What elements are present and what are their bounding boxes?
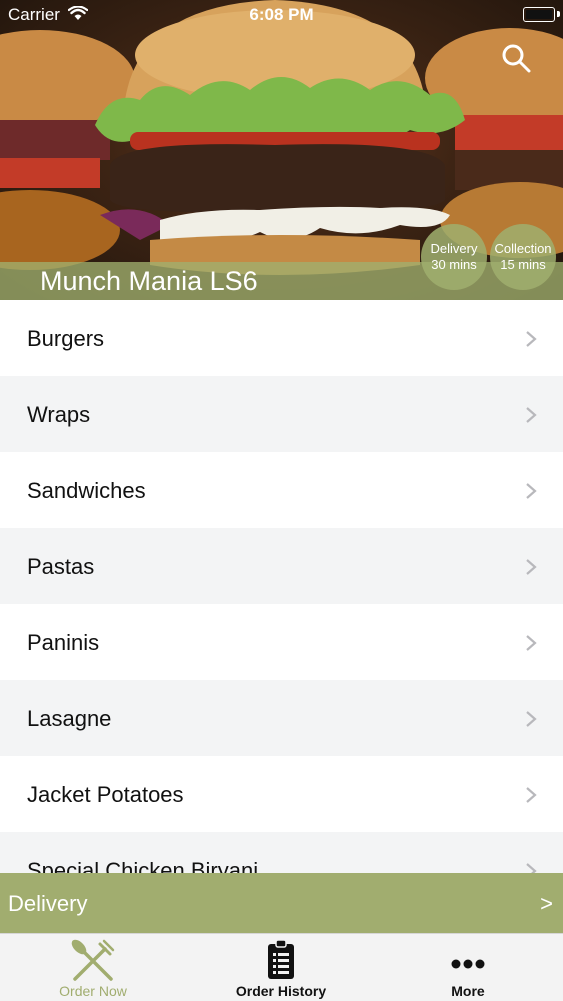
menu-item-pastas[interactable]: Pastas xyxy=(0,528,563,604)
delivery-mode-label: Delivery xyxy=(8,891,88,916)
delivery-badge-label: Delivery xyxy=(430,241,478,256)
delivery-badge-time: 30 mins xyxy=(431,257,477,272)
chevron-right-icon xyxy=(526,863,537,873)
tab-label: Order History xyxy=(235,983,327,999)
collection-badge-label: Collection xyxy=(494,241,552,256)
tab-bar: Order Now Order History More xyxy=(0,933,563,1001)
menu-item-label: Lasagne xyxy=(27,706,112,731)
chevron-right-icon xyxy=(526,787,537,803)
fork-knife-icon xyxy=(71,939,115,981)
clipboard-list-icon xyxy=(268,939,294,979)
menu-item-special-chicken-biryani[interactable]: Special Chicken Biryani xyxy=(0,832,563,873)
menu-item-burgers[interactable]: Burgers xyxy=(0,300,563,376)
tab-order-history[interactable]: Order History xyxy=(211,934,351,1001)
collection-badge-time: 15 mins xyxy=(500,257,546,272)
menu-item-label: Paninis xyxy=(27,630,100,655)
menu-item-sandwiches[interactable]: Sandwiches xyxy=(0,452,563,528)
battery-icon xyxy=(523,7,555,22)
chevron-right-icon xyxy=(526,331,537,347)
tab-more[interactable]: More xyxy=(398,934,538,1001)
menu-item-label: Jacket Potatoes xyxy=(27,782,184,807)
menu-item-label: Burgers xyxy=(27,326,105,351)
menu-item-label: Special Chicken Biryani xyxy=(27,858,259,873)
menu-item-paninis[interactable]: Paninis xyxy=(0,604,563,680)
menu-category-list: Burgers Wraps Sandwiches Pastas Paninis … xyxy=(0,300,563,873)
more-dots-icon xyxy=(451,959,485,969)
menu-item-jacket-potatoes[interactable]: Jacket Potatoes xyxy=(0,756,563,832)
clock: 6:08 PM xyxy=(249,5,314,24)
chevron-right-icon xyxy=(526,483,537,499)
chevron-right-icon xyxy=(526,711,537,727)
status-bar: Carrier 6:08 PM xyxy=(0,0,563,30)
chevron-right-icon xyxy=(526,559,537,575)
menu-item-label: Wraps xyxy=(27,402,91,427)
delivery-mode-bar[interactable]: Delivery > xyxy=(0,873,563,933)
menu-item-label: Sandwiches xyxy=(27,478,146,503)
chevron-right-icon xyxy=(526,407,537,423)
restaurant-name: Munch Mania LS6 xyxy=(40,266,258,296)
battery-cap xyxy=(557,11,560,17)
menu-item-label: Pastas xyxy=(27,554,95,579)
search-icon[interactable] xyxy=(500,42,532,74)
menu-item-wraps[interactable]: Wraps xyxy=(0,376,563,452)
menu-item-lasagne[interactable]: Lasagne xyxy=(0,680,563,756)
tab-label: More xyxy=(451,983,485,999)
hero-banner: Carrier 6:08 PM Munch Mania LS6 Delivery… xyxy=(0,0,563,300)
collection-time-badge: Collection 15 mins xyxy=(490,224,556,290)
tab-label: Order Now xyxy=(59,983,127,999)
delivery-time-badge: Delivery 30 mins xyxy=(421,224,487,290)
delivery-mode-arrow: > xyxy=(540,891,553,916)
tab-order-now[interactable]: Order Now xyxy=(23,934,163,1001)
chevron-right-icon xyxy=(526,635,537,651)
